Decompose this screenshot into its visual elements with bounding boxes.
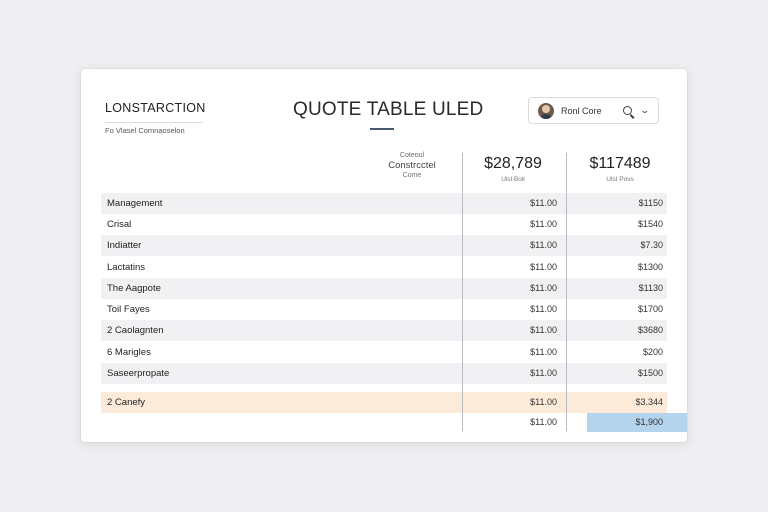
row-value-b: $1150 [638, 198, 663, 208]
row-label: The Aagpote [107, 283, 161, 294]
search-icon[interactable] [623, 106, 633, 115]
row-label: Lactatins [107, 262, 146, 273]
brand: LONSTARCTION Fo Vlasel Comnaoselon [105, 101, 206, 135]
row-label: Management [107, 198, 163, 209]
table-row[interactable]: Management $11.00 $1150 [101, 193, 667, 214]
column-b-price: $117489 [589, 155, 651, 172]
brand-name: LONSTARCTION [105, 101, 206, 115]
row-label: Crisal [107, 219, 132, 230]
column-header-line3: Come [402, 172, 422, 179]
column-header-line1: Coteoul [399, 152, 425, 159]
row-value-b: $1130 [638, 283, 663, 293]
row-value-a: $11.00 [530, 304, 557, 314]
quote-card: LONSTARCTION Fo Vlasel Comnaoselon QUOTE… [81, 69, 687, 442]
row-value-a: $11.00 [530, 283, 557, 293]
table-row[interactable]: Toil Fayes $11.00 $1700 [101, 299, 667, 320]
row-label: Saseerpropate [107, 368, 170, 379]
row-value-b: $1300 [637, 262, 663, 272]
row-label: Indiatter [107, 240, 142, 251]
row-label: 2 Caolagnten [107, 325, 164, 336]
row-value-b: $3680 [637, 325, 663, 335]
table-row[interactable]: Lactatins $11.00 $1300 [101, 257, 667, 278]
row-value-a: $11.00 [530, 198, 557, 208]
row-value-a: $11.00 [530, 325, 557, 335]
table-row[interactable]: 6 Marigles $11.00 $200 [101, 342, 667, 363]
row-label: 6 Marigles [107, 347, 151, 358]
row-label: 2 Canefy [107, 397, 146, 408]
column-a-price: $28,789 [484, 155, 542, 172]
table-row[interactable]: Indiatter $11.00 $7.30 [101, 235, 667, 256]
row-value-b: $1540 [637, 219, 663, 229]
row-value-b: $1500 [637, 368, 663, 378]
row-label: Toil Fayes [107, 304, 150, 315]
highlighted-row[interactable]: 2 Canefy $11.00 $3.344 [101, 392, 667, 413]
avatar [538, 102, 554, 119]
brand-subtitle: Fo Vlasel Comnaoselon [105, 122, 203, 135]
row-value-a: $11.00 [530, 240, 557, 250]
table-row[interactable]: 2 Caolagnten $11.00 $3680 [101, 320, 667, 341]
row-value-b: $7.30 [640, 240, 663, 250]
column-b-sub: Ulst Povs [606, 176, 634, 183]
column-a-sub: Ulsl Boil [501, 176, 525, 183]
column-header-line2: Constrcctel [388, 160, 436, 171]
chevron-down-icon[interactable]: ⌄ [640, 105, 651, 116]
row-value-a: $11.00 [530, 219, 557, 229]
column-header-a: $28,789 Ulsl Boil [473, 155, 553, 183]
row-value-a: $11.00 [530, 347, 557, 357]
table-row[interactable]: The Aagpote $11.00 $1130 [101, 278, 667, 299]
row-value-a: $11.00 [530, 262, 557, 272]
user-menu[interactable]: Ronl Core ⌄ [528, 97, 659, 124]
total-value-a: $11.00 [530, 417, 557, 427]
column-divider [462, 153, 463, 431]
row-value-a: $11.00 [530, 368, 557, 378]
row-value-b: $200 [642, 347, 663, 357]
table-row[interactable]: Crisal $11.00 $1540 [101, 214, 667, 235]
row-value-b: $1700 [637, 304, 663, 314]
table-row[interactable]: Saseerpropate $11.00 $1500 [101, 363, 667, 384]
column-divider [566, 153, 567, 431]
column-header-construction: Coteoul Constrcctel Come [376, 152, 448, 179]
title-underline [370, 128, 394, 130]
column-header-b: $117489 Ulst Povs [576, 155, 664, 183]
page-title: QUOTE TABLE ULED [293, 99, 484, 120]
total-value-b: $1,900 [635, 417, 663, 427]
row-value-a: $11.00 [530, 397, 557, 407]
user-name: Ronl Core [561, 105, 602, 116]
row-value-b: $3.344 [635, 397, 663, 407]
total-row: $11.00 $1,900 [101, 412, 687, 433]
